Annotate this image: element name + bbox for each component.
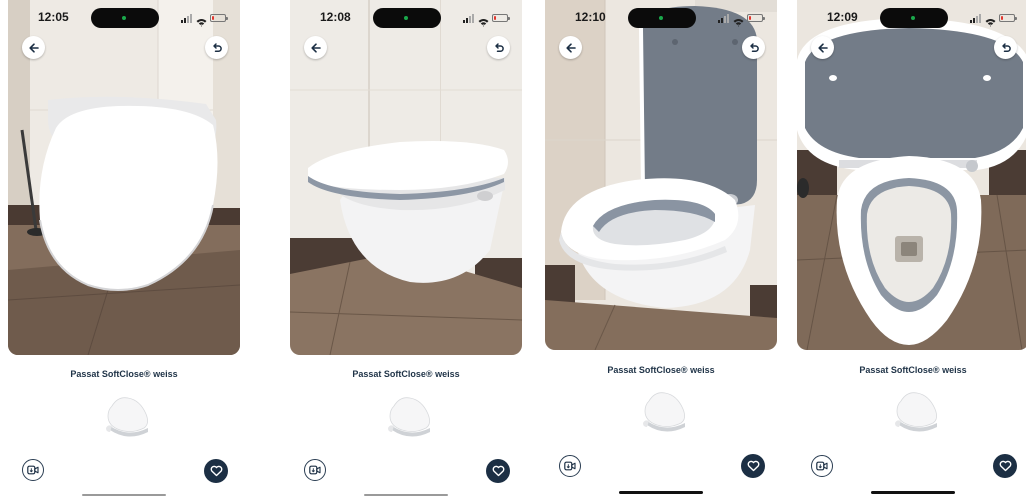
product-thumbnail[interactable] [98, 392, 154, 444]
undo-icon [1001, 42, 1011, 52]
dynamic-island [91, 8, 159, 28]
product-thumbnail[interactable] [635, 387, 691, 439]
back-button[interactable] [22, 36, 45, 59]
toilet-seat-thumbnail [895, 392, 937, 432]
dynamic-island [880, 8, 948, 28]
battery-icon [999, 14, 1017, 22]
undo-icon [494, 42, 504, 52]
signal-icon [181, 13, 193, 23]
video-camera-icon [309, 465, 321, 475]
status-time: 12:08 [320, 10, 351, 24]
heart-icon [492, 465, 504, 477]
camera-toggle-button[interactable] [559, 455, 581, 477]
arrow-left-icon [28, 42, 39, 53]
camera-indicator-dot [122, 16, 126, 20]
status-bar: 12:08 [290, 8, 522, 30]
video-camera-icon [564, 461, 576, 471]
battery-icon [492, 14, 510, 22]
status-bar: 12:10 [545, 8, 777, 30]
battery-level [1001, 16, 1003, 20]
status-bar: 12:05 [8, 8, 240, 30]
back-button[interactable] [559, 36, 582, 59]
status-time: 12:05 [38, 10, 69, 24]
status-icons [970, 12, 1017, 27]
phone-screen-1: 12:05 Passat SoftClose® weiss [8, 0, 240, 498]
battery-icon [747, 14, 765, 22]
home-indicator [619, 491, 703, 494]
status-icons [718, 12, 765, 27]
product-title: Passat SoftClose® weiss [859, 365, 967, 375]
back-button[interactable] [304, 36, 327, 59]
phone-screen-2: 12:08 Passat SoftClose® weiss [290, 0, 522, 498]
favorite-button[interactable] [486, 459, 510, 483]
reset-button[interactable] [205, 36, 228, 59]
video-camera-icon [27, 465, 39, 475]
status-time: 12:10 [575, 10, 606, 24]
heart-icon [747, 460, 759, 472]
status-time: 12:09 [827, 10, 858, 24]
status-icons [463, 12, 510, 27]
reset-button[interactable] [487, 36, 510, 59]
arrow-left-icon [817, 42, 828, 53]
reset-button[interactable] [742, 36, 765, 59]
favorite-button[interactable] [993, 454, 1017, 478]
battery-level [212, 16, 214, 20]
heart-icon [999, 460, 1011, 472]
home-indicator [364, 494, 448, 496]
dynamic-island [628, 8, 696, 28]
camera-toggle-button[interactable] [304, 459, 326, 481]
camera-toggle-button[interactable] [811, 455, 833, 477]
camera-indicator-dot [404, 16, 408, 20]
undo-icon [212, 42, 222, 52]
camera-indicator-dot [659, 16, 663, 20]
toilet-seat-thumbnail [388, 397, 430, 437]
battery-icon [210, 14, 228, 22]
signal-icon [718, 13, 730, 23]
product-title: Passat SoftClose® weiss [607, 365, 715, 375]
home-indicator [82, 494, 166, 496]
wifi-icon [196, 14, 207, 27]
undo-icon [749, 42, 759, 52]
battery-level [494, 16, 496, 20]
status-bar: 12:09 [797, 8, 1026, 30]
home-indicator [871, 491, 955, 494]
toilet-seat-thumbnail [106, 397, 148, 437]
status-icons [181, 12, 228, 27]
wifi-icon [478, 14, 489, 27]
camera-toggle-button[interactable] [22, 459, 44, 481]
heart-icon [210, 465, 222, 477]
phone-screen-3: 12:10 Passat SoftClose® weiss [545, 0, 777, 498]
product-title: Passat SoftClose® weiss [70, 369, 178, 379]
camera-indicator-dot [911, 16, 915, 20]
product-title: Passat SoftClose® weiss [352, 369, 460, 379]
wifi-icon [985, 14, 996, 27]
favorite-button[interactable] [741, 454, 765, 478]
back-button[interactable] [811, 36, 834, 59]
phone-screen-4: 12:09 Passat SoftClose® weiss [797, 0, 1026, 498]
video-camera-icon [816, 461, 828, 471]
arrow-left-icon [310, 42, 321, 53]
arrow-left-icon [565, 42, 576, 53]
toilet-seat-thumbnail [643, 392, 685, 432]
wifi-icon [733, 14, 744, 27]
reset-button[interactable] [994, 36, 1017, 59]
product-thumbnail[interactable] [887, 387, 943, 439]
signal-icon [463, 13, 475, 23]
signal-icon [970, 13, 982, 23]
product-thumbnail[interactable] [380, 392, 436, 444]
dynamic-island [373, 8, 441, 28]
favorite-button[interactable] [204, 459, 228, 483]
battery-level [749, 16, 751, 20]
